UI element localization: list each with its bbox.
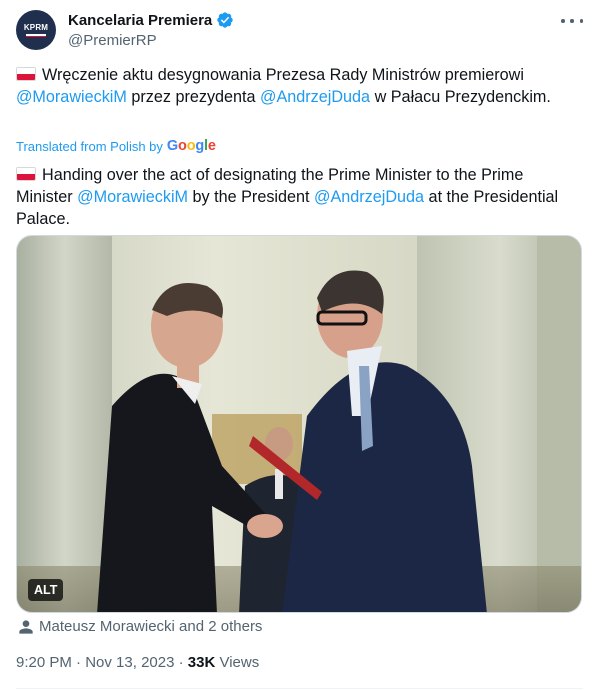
poland-flag-icon <box>16 167 36 181</box>
meta-separator: · <box>174 654 188 671</box>
tweet-date[interactable]: Nov 13, 2023 <box>85 654 174 671</box>
tweet-text-english: Handing over the act of designating the … <box>16 164 576 230</box>
tagged-people[interactable]: Mateusz Morawiecki and 2 others <box>18 618 262 635</box>
views-count: 33K <box>187 654 216 671</box>
author-handle[interactable]: @PremierRP <box>68 32 157 49</box>
divider <box>16 688 583 689</box>
tweet-en-text-2: by the President <box>188 188 315 206</box>
verified-badge-icon <box>217 12 233 28</box>
tweet-pl-text-2: przez prezydenta <box>126 88 261 106</box>
tweet-time[interactable]: 9:20 PM <box>16 654 72 671</box>
photo-scene <box>17 236 581 612</box>
tweet-photo[interactable] <box>16 235 582 613</box>
tweet-text-polish: Wręczenie aktu desygnowania Prezesa Rady… <box>16 64 576 108</box>
translated-label: Translated from Polish by <box>16 138 163 154</box>
google-logo: Google <box>166 138 216 154</box>
author-name-row[interactable]: Kancelaria Premiera <box>68 11 234 29</box>
tweet-pl-text-3: w Pałacu Prezydenckim. <box>370 88 551 106</box>
avatar[interactable]: KPRM <box>16 10 56 50</box>
more-dots-icon[interactable] <box>561 12 583 30</box>
tweet: KPRM Kancelaria Premiera @PremierRP Wręc… <box>0 0 599 690</box>
poland-flag-icon <box>16 67 36 81</box>
meta-separator: · <box>71 654 86 671</box>
alt-text-button[interactable]: ALT <box>28 579 64 601</box>
display-name[interactable]: Kancelaria Premiera <box>68 12 212 29</box>
mention-andrzejduda[interactable]: @AndrzejDuda <box>314 188 424 206</box>
translation-attribution[interactable]: Translated from Polish by Google <box>16 138 216 154</box>
mention-morawieckim[interactable]: @MorawieckiM <box>77 188 188 206</box>
person-icon <box>19 619 33 634</box>
views-label: Views <box>215 654 260 671</box>
tagged-people-text[interactable]: Mateusz Morawiecki and 2 others <box>39 618 262 635</box>
tweet-meta: 9:20 PM · Nov 13, 2023 · 33K Views <box>16 654 259 671</box>
avatar-flag-stripe <box>26 34 46 37</box>
tweet-pl-text-1: Wręczenie aktu desygnowania Prezesa Rady… <box>42 66 524 84</box>
mention-andrzejduda[interactable]: @AndrzejDuda <box>260 88 370 106</box>
avatar-logo-text: KPRM <box>23 23 49 32</box>
mention-morawieckim[interactable]: @MorawieckiM <box>16 88 127 106</box>
